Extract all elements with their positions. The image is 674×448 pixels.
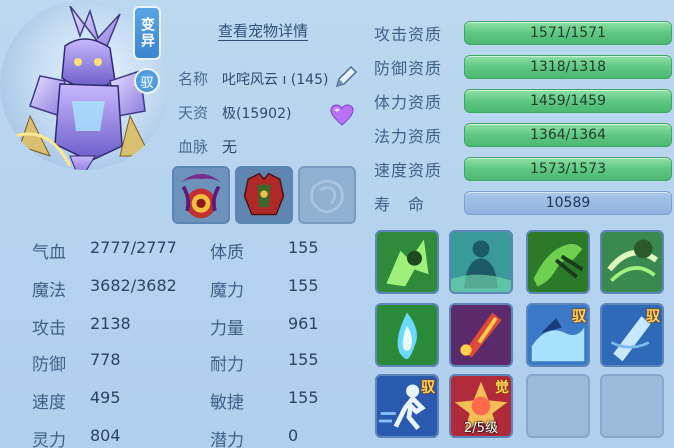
bloodline-value: 无 [222, 138, 238, 156]
aptitude-row: 法力资质 1364/1364 [374, 121, 672, 149]
stat-value-2: 155 [288, 276, 319, 295]
green-claw-skill-icon [528, 232, 588, 292]
stat-label-2: 体质 [210, 243, 244, 263]
necklace-equipment-icon [174, 168, 228, 222]
pet-name-row: 名称 叱咤风云 ı (145) [178, 68, 328, 89]
stat-label: 气血 [32, 243, 66, 263]
stat-label: 速度 [32, 393, 66, 413]
stat-value: 3682/3682 [90, 276, 177, 295]
aptitude-bar: 1573/1573 [464, 157, 672, 181]
aptitude-bar: 1318/1318 [464, 55, 672, 79]
aptitude-bar: 1571/1571 [464, 21, 672, 45]
stat-value-2: 961 [288, 314, 319, 333]
aptitude-value: 1571/1571 [530, 25, 606, 41]
stat-value: 495 [90, 388, 121, 407]
variant-tag-text: 变异 [139, 17, 155, 49]
stat-value: 778 [90, 350, 121, 369]
stat-label: 灵力 [32, 431, 66, 448]
skill-slot[interactable]: 觉 2/5级 [449, 374, 513, 438]
stat-value-2: 155 [288, 388, 319, 407]
stat-value-2: 155 [288, 238, 319, 257]
green-figure-skill-icon [451, 232, 511, 292]
pet-info-panel: 变异 驭 查看宠物详情 名称 叱咤风云 ı (145) 天资 极(15902) … [0, 0, 364, 448]
skill-slot[interactable] [375, 303, 439, 367]
aptitude-skill-panel: 攻击资质 1571/1571 防御资质 1318/1318 体力资质 1459/1459 法… [366, 0, 674, 448]
stat-label: 防御 [32, 355, 66, 375]
bloodline-label: 血脉 [178, 138, 209, 156]
stat-label-2: 敏捷 [210, 393, 244, 413]
aptitude-row: 防御资质 1318/1318 [374, 53, 672, 81]
variant-tag: 变异 [133, 6, 161, 60]
red-sword-skill-icon [451, 305, 511, 365]
empty-slot-pattern-icon [310, 179, 344, 214]
aptitude-value: 1459/1459 [530, 93, 606, 109]
stat-label-2: 力量 [210, 319, 244, 339]
equipment-slot-1[interactable] [172, 166, 230, 224]
pet-bloodline-row: 血脉 无 [178, 136, 237, 157]
skill-slot[interactable] [449, 303, 513, 367]
aptitude-value: 1573/1573 [530, 161, 606, 177]
skill-badge: 觉 [495, 380, 509, 396]
skill-slot[interactable]: 驭 [600, 303, 664, 367]
green-wind-skill-icon [602, 232, 662, 292]
stat-value: 804 [90, 426, 121, 445]
aptitude-label: 法力资质 [374, 127, 443, 146]
pet-talent-row: 天资 极(15902) [178, 102, 291, 123]
aptitude-bar: 1459/1459 [464, 89, 672, 113]
skill-slot[interactable] [449, 230, 513, 294]
talent-label: 天资 [178, 104, 209, 122]
heart-icon[interactable] [330, 104, 354, 126]
green-strike-skill-icon [377, 232, 437, 292]
aptitude-label: 体力资质 [374, 93, 443, 112]
skill-slot[interactable]: 驭 [526, 303, 590, 367]
view-pet-details-link[interactable]: 查看宠物详情 [218, 20, 308, 41]
stat-value-2: 0 [288, 426, 299, 445]
aptitude-row: 寿 命 10589 [374, 189, 672, 217]
stat-label-2: 魔力 [210, 281, 244, 301]
ride-tag: 驭 [134, 68, 160, 94]
armor-equipment-icon [237, 168, 291, 222]
aptitude-row: 体力资质 1459/1459 [374, 87, 672, 115]
name-label: 名称 [178, 70, 209, 88]
stat-label-2: 耐力 [210, 355, 244, 375]
skill-slot[interactable] [600, 230, 664, 294]
skill-badge: 驭 [572, 309, 586, 325]
aptitude-value: 10589 [545, 195, 591, 211]
equipment-slot-3-empty[interactable] [298, 166, 356, 224]
aptitude-label: 寿 命 [374, 195, 426, 214]
edit-name-icon[interactable] [333, 64, 359, 90]
skill-level: 2/5级 [464, 421, 498, 436]
stat-value: 2138 [90, 314, 131, 333]
aptitude-bar: 10589 [464, 191, 672, 215]
blue-flame-skill-icon [377, 305, 437, 365]
stat-label: 魔法 [32, 281, 66, 301]
skill-slot[interactable]: 驭 [375, 374, 439, 438]
aptitude-value: 1318/1318 [530, 59, 606, 75]
skill-badge: 驭 [646, 309, 660, 325]
stat-label-2: 潜力 [210, 431, 244, 448]
skill-badge: 驭 [421, 380, 435, 396]
equipment-slot-2[interactable] [235, 166, 293, 224]
aptitude-label: 攻击资质 [374, 25, 443, 44]
aptitude-bar: 1364/1364 [464, 123, 672, 147]
aptitude-label: 速度资质 [374, 161, 443, 180]
aptitude-row: 攻击资质 1571/1571 [374, 19, 672, 47]
empty-skill-slot[interactable] [526, 374, 590, 438]
aptitude-label: 防御资质 [374, 59, 443, 78]
stat-value: 2777/2777 [90, 238, 177, 257]
aptitude-value: 1364/1364 [530, 127, 606, 143]
skill-slot[interactable] [526, 230, 590, 294]
empty-skill-slot[interactable] [600, 374, 664, 438]
skill-slot[interactable] [375, 230, 439, 294]
aptitude-row: 速度资质 1573/1573 [374, 155, 672, 183]
talent-value: 极(15902) [222, 105, 292, 122]
name-value: 叱咤风云 ı (145) [222, 71, 329, 88]
stat-value-2: 155 [288, 350, 319, 369]
stat-label: 攻击 [32, 319, 66, 339]
